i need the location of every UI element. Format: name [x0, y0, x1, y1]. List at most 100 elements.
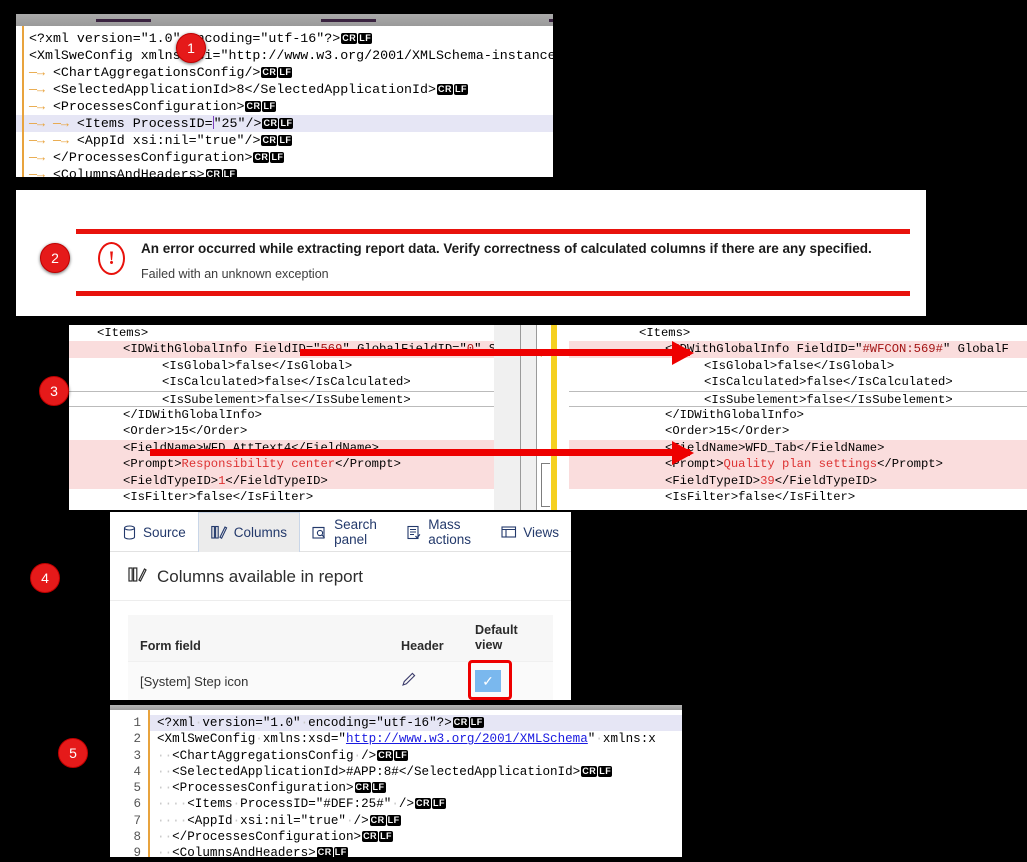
- cr-marker: CR: [436, 84, 453, 95]
- step-badge-4: 4: [30, 563, 60, 593]
- database-icon: [122, 524, 137, 540]
- table-header-row: Form field Header Default view: [128, 615, 553, 661]
- annotation-arrow-head-1: [672, 341, 694, 365]
- tab-columns[interactable]: Columns: [197, 512, 301, 552]
- cr-marker: CR: [253, 152, 270, 163]
- line-number: 2: [133, 732, 141, 747]
- search-panel-icon: [312, 525, 328, 540]
- diff-line: <Prompt>Responsibility center</Prompt>: [69, 456, 494, 473]
- lf-marker: LF: [371, 782, 386, 794]
- diff-line: <IsFilter>false</IsFilter>: [123, 489, 314, 504]
- tab-source[interactable]: Source: [110, 512, 198, 552]
- line-number: 9: [133, 846, 141, 857]
- lf-marker: LF: [432, 798, 447, 810]
- tab-views[interactable]: Views: [489, 512, 571, 552]
- column-header-form-field: Form field: [140, 639, 201, 653]
- default-view-cell[interactable]: ✓: [468, 660, 541, 700]
- cr-marker: CR: [261, 135, 278, 146]
- diff-line: <Prompt>Quality plan settings</Prompt>: [569, 456, 1027, 473]
- cr-marker: CR: [205, 169, 222, 177]
- diff-line: <Order>15</Order>: [665, 424, 790, 439]
- cr-marker: CR: [341, 33, 358, 44]
- cr-marker: CR: [261, 67, 278, 78]
- lf-marker: LF: [379, 831, 394, 843]
- annotation-arrow-line-1: [300, 349, 690, 356]
- xml-lines-top: <?xml version="1.0" encoding="utf-16"?> C…: [16, 30, 553, 177]
- annotation-arrow-line-2: [150, 449, 690, 456]
- tab-label: Views: [523, 524, 559, 540]
- code-line: —→ <ColumnsAndHeaders> CR LF: [16, 166, 553, 177]
- code-line: ··</ProcessesConfiguration> CR LF: [157, 830, 394, 845]
- code-line: —→ —→ <AppId xsi:nil="true"/> CR LF: [29, 133, 293, 148]
- line-number: 1: [133, 716, 141, 730]
- diff-line: <IsCalculated>false</IsCalculated>: [162, 375, 411, 390]
- cr-marker: CR: [415, 798, 432, 810]
- tab-label: Source: [143, 524, 186, 540]
- cr-marker: CR: [245, 101, 262, 112]
- xml-editor-top[interactable]: <?xml version="1.0" encoding="utf-16"?> C…: [16, 14, 553, 177]
- step-badge-2: 2: [40, 243, 70, 273]
- diff-block-brace: [541, 463, 550, 507]
- screenshot-root: <?xml version="1.0" encoding="utf-16"?> C…: [0, 0, 1027, 862]
- xml-code-area-bottom[interactable]: <?xml·version="1.0"·encoding="utf-16"?> C…: [150, 710, 682, 857]
- diff-line: </IDWithGlobalInfo>: [123, 407, 262, 422]
- code-line: ··<ColumnsAndHeaders> CR LF: [157, 846, 348, 857]
- code-line: <XmlSweConfig·xmlns:xsd="http://www.w3.o…: [157, 732, 656, 747]
- diff-line: <FieldTypeID>39</FieldTypeID>: [569, 472, 1027, 489]
- tab-label: Columns: [233, 525, 288, 540]
- error-box: ! An error occurred while extracting rep…: [76, 229, 910, 296]
- table-row[interactable]: [System] Step icon ✓: [128, 660, 553, 700]
- columns-table: Form field Header Default view [System] …: [128, 615, 553, 700]
- code-line: ··<SelectedApplicationId>#APP:8#</Select…: [157, 764, 613, 779]
- lf-marker: LF: [262, 101, 277, 112]
- code-line: ··<ChartAggregationsConfig·/> CR LF: [157, 748, 409, 763]
- cr-marker: CR: [369, 814, 386, 826]
- tab-label: Search panel: [334, 517, 377, 547]
- lf-marker: LF: [386, 814, 401, 826]
- line-number: 6: [133, 797, 141, 812]
- code-line: ····<Items·ProcessID="#DEF:25#"·/> CR LF: [157, 797, 447, 812]
- column-header-default-view: Default view: [475, 623, 518, 652]
- step-badge-5: 5: [58, 738, 88, 768]
- code-line: —→ </ProcessesConfiguration> CR LF: [29, 150, 285, 165]
- pencil-icon[interactable]: [401, 671, 475, 691]
- exclamation-icon: !: [98, 242, 125, 275]
- tab-label: Mass actions: [428, 517, 472, 547]
- cr-marker: CR: [581, 765, 598, 777]
- code-line: —→ <ProcessesConfiguration> CR LF: [29, 99, 277, 114]
- diff-line: <Order>15</Order>: [123, 424, 248, 439]
- annotation-arrow-head-2: [672, 441, 694, 465]
- line-number: 4: [133, 764, 141, 779]
- line-number: 3: [133, 748, 141, 763]
- lf-marker: LF: [333, 847, 348, 857]
- report-config-panel[interactable]: Source Columns Search panel Mass actions Vie…: [110, 512, 571, 700]
- cr-marker: CR: [316, 847, 333, 857]
- diff-line: <FieldTypeID>1</FieldTypeID>: [69, 472, 494, 489]
- code-line: <?xml·version="1.0"·encoding="utf-16"?> C…: [150, 715, 682, 732]
- cell-form-field: [System] Step icon: [140, 673, 249, 689]
- cr-marker: CR: [354, 782, 371, 794]
- default-view-checkbox[interactable]: ✓: [475, 670, 501, 692]
- diff-line: <IsSubelement>false</IsSubelement>: [569, 390, 1027, 407]
- diff-line: <IsSubelement>false</IsSubelement>: [69, 390, 494, 407]
- cr-marker: CR: [262, 118, 279, 129]
- tab-mass-actions[interactable]: Mass actions: [395, 512, 489, 552]
- code-line: <?xml version="1.0" encoding="utf-16"?> C…: [29, 31, 373, 46]
- lf-marker: LF: [278, 135, 293, 146]
- line-number-gutter: 1 234 567 89: [110, 710, 148, 857]
- mass-actions-icon: [407, 525, 422, 540]
- xml-editor-bottom[interactable]: 1 234 567 89 <?xml·version="1.0"·encoding="…: [110, 705, 682, 857]
- tab-bar[interactable]: Source Columns Search panel Mass actions Vie…: [110, 512, 571, 552]
- cr-marker: CR: [362, 831, 379, 843]
- code-line: —→ —→ <Items ProcessID="25"/> CR LF: [16, 115, 553, 132]
- tab-search-panel[interactable]: Search panel: [300, 512, 395, 552]
- code-line: —→ <SelectedApplicationId>8</SelectedApp…: [29, 82, 468, 97]
- step-badge-1: 1: [176, 33, 206, 63]
- cr-marker: CR: [377, 749, 394, 761]
- url-link[interactable]: http://www.w3.org/2001/XMLSchema: [346, 732, 588, 746]
- views-icon: [501, 525, 517, 539]
- lf-marker: LF: [453, 84, 468, 95]
- xml-code-area-top[interactable]: <?xml version="1.0" encoding="utf-16"?> C…: [16, 26, 553, 177]
- lf-marker: LF: [222, 169, 237, 177]
- error-banner-panel: ! An error occurred while extracting rep…: [16, 190, 926, 316]
